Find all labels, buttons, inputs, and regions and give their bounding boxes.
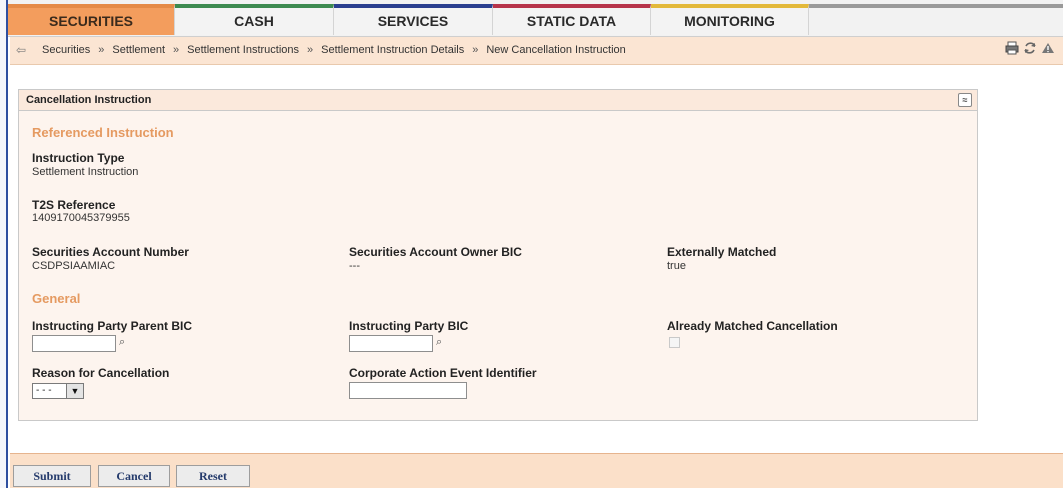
print-icon[interactable] bbox=[1005, 41, 1019, 57]
breadcrumb-bar: ⇦ Securities » Settlement » Settlement Instr… bbox=[10, 37, 1063, 65]
t2s-reference-value: 1409170045379955 bbox=[32, 212, 130, 224]
breadcrumb-separator: » bbox=[307, 44, 314, 56]
tab-cash[interactable]: CASH bbox=[175, 4, 334, 35]
main-nav-tabs: SECURITIES CASH SERVICES STATIC DATA MON… bbox=[8, 0, 1063, 37]
section-referenced-instruction: Referenced Instruction bbox=[32, 125, 174, 140]
account-owner-bic-value: --- bbox=[349, 260, 360, 272]
tab-services[interactable]: SERVICES bbox=[334, 4, 493, 35]
ca-event-identifier-label: Corporate Action Event Identifier bbox=[349, 366, 537, 380]
chevron-down-icon[interactable]: ▼ bbox=[66, 384, 83, 398]
already-matched-checkbox[interactable] bbox=[669, 337, 680, 348]
breadcrumb-settlement-instructions[interactable]: Settlement Instructions bbox=[187, 44, 299, 56]
breadcrumb-separator: » bbox=[98, 44, 105, 56]
page-tools bbox=[1005, 41, 1055, 57]
left-frame bbox=[0, 0, 8, 488]
reason-selected-value: - - - bbox=[36, 385, 52, 396]
instruction-type-label: Instruction Type bbox=[32, 151, 125, 165]
alert-icon[interactable] bbox=[1041, 41, 1055, 57]
section-general: General bbox=[32, 291, 81, 306]
cancellation-instruction-panel: Cancellation Instruction ≈ Referenced In… bbox=[18, 89, 978, 421]
submit-button[interactable]: Submit bbox=[13, 465, 91, 487]
panel-header: Cancellation Instruction ≈ bbox=[19, 90, 977, 111]
collapse-up-icon[interactable]: ≈ bbox=[958, 93, 972, 107]
securities-account-number-value: CSDPSIAAMIAC bbox=[32, 260, 116, 272]
instruction-type-value: Settlement Instruction bbox=[32, 166, 139, 178]
refresh-icon[interactable] bbox=[1023, 41, 1037, 57]
action-bar: Submit Cancel Reset bbox=[10, 453, 1063, 488]
securities-account-number-label: Securities Account Number bbox=[32, 245, 189, 259]
already-matched-label: Already Matched Cancellation bbox=[667, 319, 838, 333]
account-owner-bic-label: Securities Account Owner BIC bbox=[349, 245, 522, 259]
tab-strip-filler bbox=[809, 4, 1063, 8]
panel-title: Cancellation Instruction bbox=[26, 94, 152, 106]
breadcrumb-separator: » bbox=[472, 44, 479, 56]
back-arrow-icon[interactable]: ⇦ bbox=[16, 43, 32, 57]
instructing-party-bic-label: Instructing Party BIC bbox=[349, 319, 469, 333]
ca-event-identifier-input[interactable] bbox=[349, 382, 467, 399]
parent-bic-label: Instructing Party Parent BIC bbox=[32, 319, 193, 333]
reason-for-cancellation-select[interactable]: - - - ▼ bbox=[32, 383, 84, 399]
breadcrumb: Securities » Settlement » Settlement Instruc… bbox=[42, 44, 626, 56]
tab-static-data[interactable]: STATIC DATA bbox=[493, 4, 651, 35]
breadcrumb-instruction-details[interactable]: Settlement Instruction Details bbox=[321, 44, 464, 56]
tab-securities[interactable]: SECURITIES bbox=[8, 4, 175, 35]
breadcrumb-current-page: New Cancellation Instruction bbox=[486, 44, 626, 56]
t2s-reference-label: T2S Reference bbox=[32, 198, 116, 212]
tab-monitoring[interactable]: MONITORING bbox=[651, 4, 809, 35]
instructing-party-bic-input[interactable] bbox=[349, 335, 433, 352]
breadcrumb-settlement[interactable]: Settlement bbox=[112, 44, 165, 56]
parent-bic-input[interactable] bbox=[32, 335, 116, 352]
breadcrumb-securities[interactable]: Securities bbox=[42, 44, 90, 56]
lookup-search-icon[interactable]: ⌕ bbox=[436, 336, 442, 349]
lookup-search-icon[interactable]: ⌕ bbox=[119, 336, 125, 349]
externally-matched-label: Externally Matched bbox=[667, 245, 777, 259]
externally-matched-value: true bbox=[667, 260, 686, 272]
reset-button[interactable]: Reset bbox=[176, 465, 250, 487]
reason-for-cancellation-label: Reason for Cancellation bbox=[32, 366, 170, 380]
breadcrumb-separator: » bbox=[173, 44, 180, 56]
cancel-button[interactable]: Cancel bbox=[98, 465, 170, 487]
